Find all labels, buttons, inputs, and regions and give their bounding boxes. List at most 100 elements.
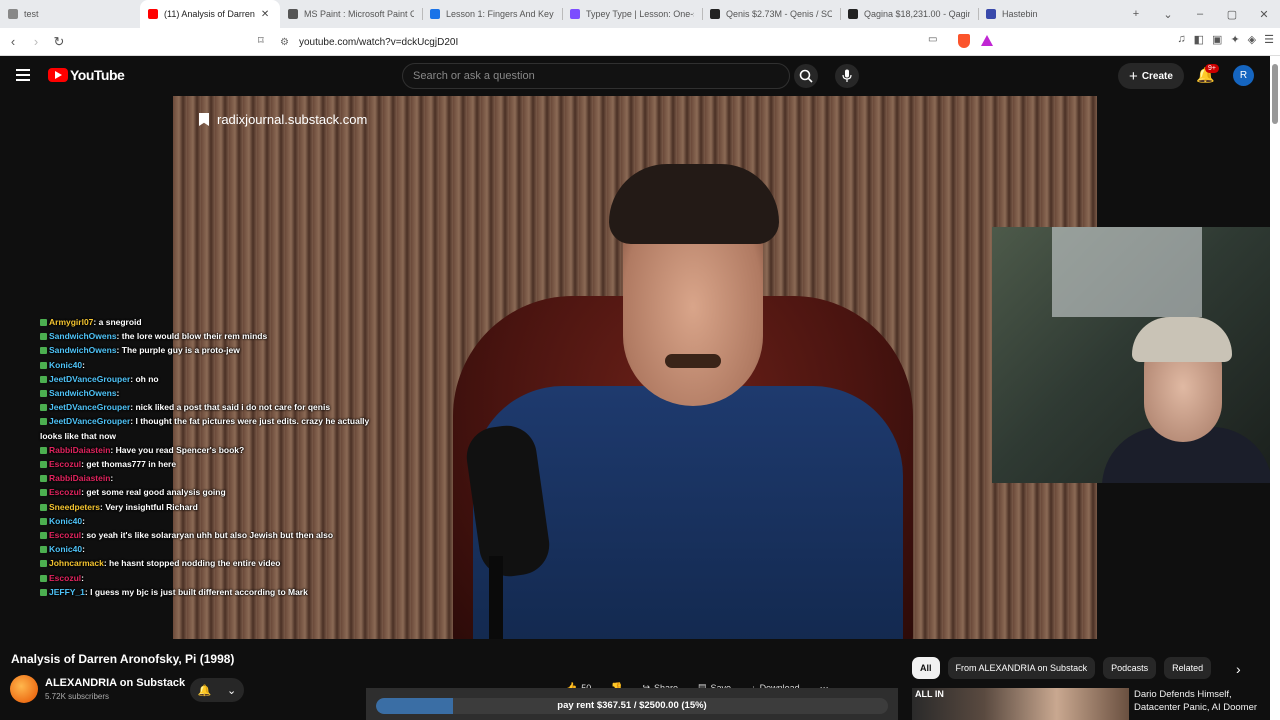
chat-message: SandwichOwens:	[40, 386, 390, 400]
microphone-icon	[842, 69, 852, 82]
webcam-window-light	[1052, 227, 1202, 317]
sidebar-icon[interactable]: ◧	[1194, 33, 1204, 46]
subscribed-button[interactable]: 🔔 ⌄	[190, 678, 244, 702]
close-tab-icon[interactable]: ✕	[261, 9, 269, 20]
search-input[interactable]	[403, 64, 763, 88]
recommended-title[interactable]: Dario Defends Himself, Datacenter Panic,…	[1134, 688, 1266, 714]
recommended-thumbnail[interactable]: ALL IN	[912, 688, 1129, 720]
create-button[interactable]: + Create	[1118, 63, 1184, 89]
chat-separator: :	[82, 515, 85, 526]
channel-name[interactable]: ALEXANDRIA on Substack	[45, 677, 185, 689]
chat-badge-icon	[40, 532, 47, 540]
brave-rewards-icon[interactable]	[981, 35, 993, 46]
chat-message: JeetDVanceGrouper: nick liked a post tha…	[40, 400, 390, 414]
hamburger-menu-icon[interactable]	[16, 69, 30, 81]
new-tab-button[interactable]: +	[1120, 8, 1152, 20]
chat-badge-icon	[40, 347, 47, 355]
youtube-logo[interactable]: YouTube	[48, 67, 125, 83]
filter-chip[interactable]: All	[912, 657, 940, 679]
chat-badge-icon	[40, 333, 47, 341]
subscriber-count: 5.72K subscribers	[45, 692, 110, 701]
chat-username: Sneedpeters	[49, 501, 101, 512]
leo-icon[interactable]: ✦	[1230, 33, 1239, 46]
tab-favicon-icon	[288, 9, 298, 19]
reload-icon[interactable]: ↻	[49, 34, 69, 50]
filter-chip[interactable]: From ALEXANDRIA on Substack	[947, 657, 1096, 679]
chat-text: so yeah it's like solararyan uhh but als…	[86, 530, 334, 541]
account-avatar[interactable]: R	[1233, 65, 1254, 86]
media-icon[interactable]: ♫	[1177, 33, 1185, 46]
chat-badge-icon	[40, 390, 47, 398]
chat-username: JeetDVanceGrouper	[49, 402, 131, 413]
tab-favicon-icon	[148, 9, 158, 19]
search-button[interactable]	[794, 64, 818, 88]
browser-tab[interactable]: Typey Type | Lesson: One-sylla	[562, 0, 702, 28]
chat-username: Escozul	[49, 459, 82, 470]
chat-text: he hasnt stopped nodding the entire vide…	[109, 558, 281, 569]
close-window-button[interactable]: ✕	[1248, 8, 1280, 21]
thumbnail-text: ALL IN	[915, 689, 944, 699]
channel-avatar[interactable]	[10, 675, 38, 703]
brave-shield-icon[interactable]	[958, 34, 970, 48]
chat-message: Konic40:	[40, 514, 390, 528]
minimize-button[interactable]: –	[1184, 8, 1216, 20]
browser-tab[interactable]: (11) Analysis of Darren ✕	[140, 0, 280, 28]
browser-tab[interactable]: test	[0, 0, 140, 28]
chat-username: RabbiDaiastein	[49, 444, 111, 455]
back-icon[interactable]: ‹	[3, 34, 23, 49]
page-scrollbar[interactable]	[1270, 56, 1280, 720]
chevron-right-icon[interactable]: ›	[1236, 661, 1241, 677]
vpn-icon[interactable]: ◈	[1248, 33, 1256, 46]
wallet-icon[interactable]: ▣	[1212, 33, 1222, 46]
url-field[interactable]: ⚙ youtube.com/watch?v=dckUcgjD20I	[280, 32, 1000, 52]
chat-message: Escozul:	[40, 571, 390, 585]
chat-separator: :	[82, 544, 85, 555]
forward-icon[interactable]: ›	[26, 34, 46, 49]
scrollbar-thumb[interactable]	[1272, 64, 1278, 124]
tab-favicon-icon	[986, 9, 996, 19]
chat-message: RabbiDaiastein: Have you read Spencer's …	[40, 443, 390, 457]
chat-separator: :	[82, 359, 85, 370]
browser-tab[interactable]: Hastebin	[978, 0, 1118, 28]
chat-message: SandwichOwens: The purple guy is a proto…	[40, 343, 390, 357]
filter-chip[interactable]: Related	[1164, 657, 1212, 679]
browser-tab[interactable]: Qenis $2.73M - Qenis / SOL o	[702, 0, 840, 28]
video-watermark: radixjournal.substack.com	[199, 112, 367, 127]
donation-label: pay rent $367.51 / $2500.00 (15%)	[557, 700, 707, 711]
chat-badge-icon	[40, 588, 47, 596]
chat-username: JeetDVanceGrouper	[49, 373, 131, 384]
window-controls: + ⌄ – ▢ ✕	[1120, 0, 1280, 28]
browser-tab[interactable]: MS Paint : Microsoft Paint Onl	[280, 0, 422, 28]
watermark-text: radixjournal.substack.com	[217, 112, 368, 127]
chat-text: the lore would blow their rem minds	[121, 331, 268, 342]
chat-badge-icon	[40, 560, 47, 568]
bookmark-icon[interactable]: ⌑	[258, 34, 264, 47]
cast-icon[interactable]: ▭	[928, 34, 937, 45]
browser-tab[interactable]: Qagina $18,231.00 - Qagina /	[840, 0, 978, 28]
site-info-icon[interactable]: ⚙	[280, 37, 289, 48]
chat-badge-icon	[40, 375, 47, 383]
browser-tab[interactable]: Lesson 1: Fingers And Keys - C	[422, 0, 562, 28]
chat-message: Sneedpeters: Very insightful Richard	[40, 500, 390, 514]
chat-text: a snegroid	[98, 317, 142, 327]
voice-search-button[interactable]	[835, 64, 859, 88]
chat-badge-icon	[40, 446, 47, 454]
chat-message: Konic40:	[40, 542, 390, 556]
tab-search-icon[interactable]: ⌄	[1152, 8, 1184, 21]
chat-message: Escozul: get thomas777 in here	[40, 457, 390, 471]
tab-favicon-icon	[430, 9, 440, 19]
chat-text: Very insightful Richard	[105, 501, 198, 512]
chat-text: get thomas777 in here	[86, 459, 177, 470]
filter-chip[interactable]: Podcasts	[1103, 657, 1157, 679]
chat-badge-icon	[40, 319, 47, 326]
chat-message: Armygirl07: a snegroid	[40, 315, 390, 329]
search-icon	[799, 69, 813, 83]
chat-text: oh no	[135, 373, 159, 384]
maximize-button[interactable]: ▢	[1216, 8, 1248, 21]
notification-badge: 9+	[1205, 64, 1219, 73]
chat-username: Armygirl07	[49, 317, 94, 327]
menu-icon[interactable]: ☰	[1264, 33, 1274, 46]
browser-tab-strip: test (11) Analysis of Darren ✕ MS Paint : M…	[0, 0, 1280, 28]
chat-text: Have you read Spencer's book?	[115, 444, 245, 455]
chat-separator: :	[81, 572, 84, 583]
